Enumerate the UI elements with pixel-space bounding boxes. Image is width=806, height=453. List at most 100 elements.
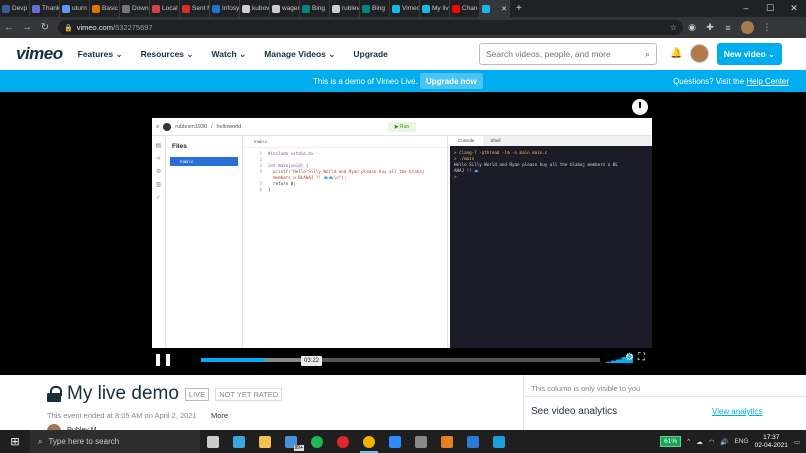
new-tab-button[interactable]: + [516, 3, 522, 14]
taskbar-clock[interactable]: 17:37 02-04-2021 [755, 434, 788, 450]
tab-close-icon[interactable]: ✕ [501, 5, 507, 13]
wifi-icon[interactable]: ◠ [709, 438, 715, 446]
taskbar-app-opera-icon[interactable] [330, 430, 356, 453]
help-center-link[interactable]: Help Center [746, 77, 789, 86]
tab-favicon-icon [212, 4, 220, 13]
profile-avatar[interactable] [741, 21, 754, 34]
pause-icon[interactable]: ❚❚ [152, 348, 174, 370]
tab-favicon-icon [182, 4, 190, 13]
media-icon[interactable]: ≡ [719, 23, 737, 33]
browser-tab[interactable]: wager [270, 0, 300, 17]
browser-tab[interactable]: Infosy [210, 0, 240, 17]
bookmark-star-icon[interactable]: ☆ [670, 23, 677, 32]
extension-icon[interactable]: ◉ [683, 22, 701, 33]
taskbar-app-zoom-icon[interactable] [382, 430, 408, 453]
browser-tab[interactable]: Basic [90, 0, 120, 17]
browser-tab[interactable]: Chan [450, 0, 480, 17]
upgrade-now-button[interactable]: Upgrade now [420, 73, 483, 89]
reload-icon[interactable]: ↻ [36, 22, 54, 33]
tab-label: Vimeo [402, 5, 420, 12]
main-nav: Features ⌄ Resources ⌄ Watch ⌄ Manage Vi… [78, 49, 406, 60]
new-video-button[interactable]: New video ⌄ [717, 43, 782, 65]
windows-start-icon[interactable]: ⊞ [0, 435, 30, 448]
puzzle-icon[interactable]: ✚ [701, 22, 719, 33]
check-icon: ✓ [155, 195, 162, 201]
chevron-up-icon[interactable]: ^ [687, 438, 690, 445]
taskbar-app-store-icon[interactable] [434, 430, 460, 453]
view-analytics-link[interactable]: View analytics [712, 407, 763, 416]
browser-tab[interactable]: rublev [330, 0, 360, 17]
video-info: My live demo LIVE NOT YET RATED This eve… [0, 375, 806, 438]
fullscreen-icon[interactable]: ⛶ [638, 352, 645, 363]
forward-icon[interactable]: → [18, 22, 36, 33]
gear-icon[interactable]: ⚙ [625, 352, 634, 363]
video-frame: ≡ rublevm1930 / helloworld ▶ Run ▤ ⋖ ⚙ ▥… [152, 118, 652, 348]
language-indicator[interactable]: ENG [735, 438, 749, 445]
taskbar-app-file-explorer-icon[interactable] [252, 430, 278, 453]
browser-tab[interactable]: Down [120, 0, 150, 17]
share-icon: ⋖ [155, 156, 162, 162]
ide-console: Console Shell > clang-7 -pthread -lm -o … [450, 136, 652, 348]
tab-favicon-icon [302, 4, 310, 13]
taskbar-search[interactable]: ⌕ Type here to search [30, 430, 200, 453]
tab-label: Local [162, 5, 178, 12]
console-output: > clang-7 -pthread -lm -o main main.c > .… [450, 146, 652, 184]
files-icon: ▤ [155, 143, 162, 149]
browser-tab[interactable]: kubov [240, 0, 270, 17]
close-icon[interactable]: ✕ [782, 0, 806, 17]
browser-tab[interactable]: ✕ [480, 0, 510, 17]
taskbar-search-placeholder: Type here to search [48, 437, 120, 446]
network-icon[interactable]: ☁ [696, 438, 703, 446]
notification-icon[interactable]: ▭ [794, 438, 800, 446]
nav-watch[interactable]: Watch ⌄ [212, 49, 247, 60]
browser-tab[interactable]: Thank [30, 0, 60, 17]
user-avatar[interactable] [690, 44, 709, 63]
battery-indicator[interactable]: 61% [660, 436, 682, 447]
analytics-heading: See video analytics [531, 406, 618, 417]
nav-upgrade[interactable]: Upgrade [353, 49, 387, 60]
back-icon[interactable]: ← [0, 22, 18, 33]
browser-tab[interactable]: My liv [420, 0, 450, 17]
tab-favicon-icon [62, 4, 70, 13]
taskbar-app-task-view-icon[interactable] [200, 430, 226, 453]
tab-favicon-icon [152, 4, 160, 13]
vimeo-logo[interactable]: vimeo [16, 44, 63, 64]
tab-favicon-icon [32, 4, 40, 13]
tab-favicon-icon [482, 4, 490, 13]
speaker-icon[interactable]: 🔊 [720, 438, 728, 446]
browser-tab[interactable]: Sent M [180, 0, 210, 17]
search-icon[interactable]: ⌕ [645, 49, 650, 60]
taskbar-app-chrome-icon[interactable] [356, 430, 382, 453]
taskbar-app-l-app-icon[interactable] [226, 430, 252, 453]
progress-track[interactable]: 03:22 [201, 356, 600, 366]
watch-later-icon[interactable] [632, 99, 648, 115]
console-line: > [454, 174, 460, 179]
taskbar-app-app-grid-icon[interactable] [408, 430, 434, 453]
bell-icon[interactable]: 🔔 [670, 48, 682, 59]
live-demo-banner: This is a demo of Vimeo Live. Upgrade no… [0, 70, 806, 92]
maximize-icon[interactable]: ☐ [758, 0, 782, 17]
nav-manage-videos[interactable]: Manage Videos ⌄ [264, 49, 335, 60]
minimize-icon[interactable]: – [734, 0, 758, 17]
url-input[interactable]: 🔒 vimeo.com/532275697 ☆ [58, 20, 683, 35]
browser-tab[interactable]: Bing [300, 0, 330, 17]
taskbar-app-app-blue-icon[interactable] [486, 430, 512, 453]
nav-resources[interactable]: Resources ⌄ [141, 49, 194, 60]
nav-features[interactable]: Features ⌄ [78, 49, 123, 60]
browser-tab[interactable]: Local [150, 0, 180, 17]
taskbar-app-spotify-icon[interactable] [304, 430, 330, 453]
video-player[interactable]: ≋ ≡ rublevm1930 / helloworld ▶ Run ▤ ⋖ ⚙… [0, 92, 806, 375]
menu-icon[interactable]: ⋮ [758, 22, 776, 33]
taskbar-app-photos-icon[interactable]: 99+ [278, 430, 304, 453]
taskbar-app-vscode-icon[interactable] [460, 430, 486, 453]
lock-icon [47, 386, 62, 402]
tab-shell: Shell [490, 138, 501, 143]
database-icon: ▥ [155, 182, 162, 188]
browser-tab[interactable]: Vimeo [390, 0, 420, 17]
browser-tab[interactable]: Devp [0, 0, 30, 17]
browser-tab[interactable]: uturn [60, 0, 90, 17]
tab-label: wager [282, 5, 300, 12]
more-link[interactable]: More [211, 411, 228, 420]
browser-tab[interactable]: Bing [360, 0, 390, 17]
search-input[interactable] [486, 49, 636, 59]
